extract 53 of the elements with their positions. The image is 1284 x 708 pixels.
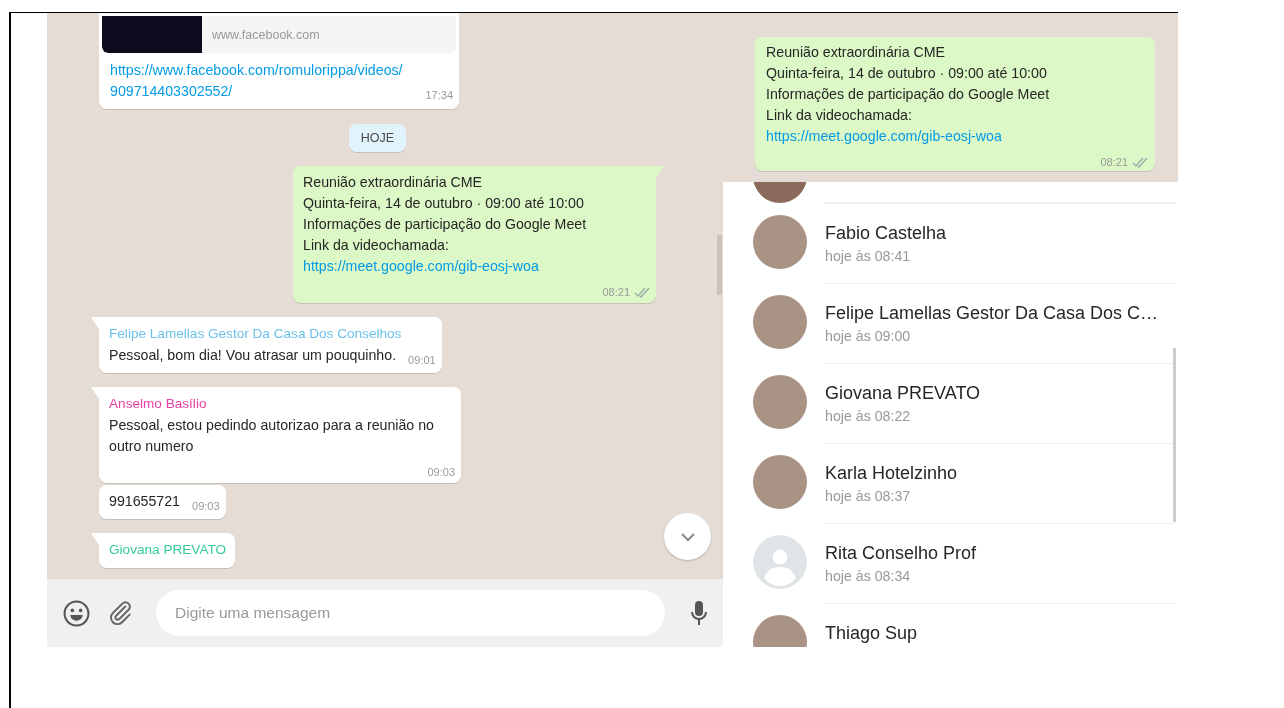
photo-placeholder: [753, 215, 807, 269]
photo-placeholder: [753, 375, 807, 429]
paperclip-icon: [108, 600, 134, 626]
contact-item[interactable]: Thiago Sup: [723, 603, 1176, 647]
microphone-icon: [689, 600, 709, 626]
contact-name: Giovana PREVATO: [825, 382, 982, 405]
scrollbar-thumb[interactable]: [717, 235, 722, 295]
date-chip: HOJE: [348, 124, 407, 152]
read-time: hoje às 09:00: [825, 327, 912, 346]
message-text: Reunião extraordinária CME: [303, 173, 482, 192]
contact-name: Karla Hotelzinho: [825, 462, 959, 485]
message-text: 991655721: [109, 492, 180, 511]
contact-item[interactable]: Fabio Castelha hoje às 08:41: [723, 203, 1176, 283]
read-time: hoje às 08:34: [825, 567, 912, 586]
message-time: 08:21: [602, 285, 630, 300]
message-time: 09:03: [192, 499, 220, 514]
message-time: 17:34: [425, 88, 453, 103]
contact-name: Rita Conselho Prof: [825, 542, 978, 565]
contact-item[interactable]: Giovana PREVATO hoje às 08:22: [723, 363, 1176, 443]
link-domain: www.facebook.com: [211, 27, 321, 44]
sender-name: Felipe Lamellas Gestor Da Casa Dos Conselhos: [109, 325, 403, 343]
read-time: hoje às 08:37: [825, 487, 912, 506]
photo-placeholder: [753, 295, 807, 349]
scrollbar-thumb[interactable]: [1173, 348, 1176, 522]
double-check-icon: [634, 287, 650, 298]
contact-name: Felipe Lamellas Gestor Da Casa Dos C…: [825, 302, 1160, 325]
contact-name: Fabio Castelha: [825, 222, 948, 245]
message-text: Link da videochamada:: [303, 236, 449, 255]
message-text: Reunião extraordinária CME: [766, 43, 945, 62]
contact-item[interactable]: Karla Hotelzinho hoje às 08:37: [723, 443, 1176, 523]
message-time: 08:21: [1100, 155, 1128, 170]
message-text: Pessoal, bom dia! Vou atrasar um pouquinho.: [109, 346, 397, 365]
read-time: hoje às 08:22: [825, 407, 912, 426]
contact-name: Thiago Sup: [825, 622, 919, 645]
sender-name: Giovana PREVATO: [109, 541, 227, 559]
message-text: Quinta-feira, 14 de outubro · 09:00 até 10:00: [303, 194, 584, 213]
message-time: 09:01: [408, 353, 436, 368]
message-time: 09:03: [427, 465, 455, 480]
contact-item[interactable]: Felipe Lamellas Gestor Da Casa Dos C… hoje às 09:00: [723, 283, 1176, 363]
message-text: Pessoal, estou pedindo autorizao para a reunião no outro numero: [109, 416, 435, 456]
read-time: hoje às 08:41: [825, 247, 912, 266]
message-text: Link da videochamada:: [766, 106, 912, 125]
message-text: Informações de participação do Google Meet: [303, 215, 587, 234]
message-text: Quinta-feira, 14 de outubro · 09:00 até 10:00: [766, 64, 1047, 83]
default-avatar-icon: [753, 535, 807, 589]
sender-name: Anselmo Basílio: [109, 395, 208, 413]
message-input[interactable]: Digite uma mensagem: [156, 590, 665, 636]
double-check-icon: [1132, 157, 1148, 168]
smiley-icon: [63, 599, 90, 627]
contact-item[interactable]: Rita Conselho Prof hoje às 08:34: [723, 523, 1176, 603]
chevron-down-icon: [679, 531, 696, 542]
photo-placeholder: [753, 455, 807, 509]
message-text: Informações de participação do Google Meet: [766, 85, 1050, 104]
